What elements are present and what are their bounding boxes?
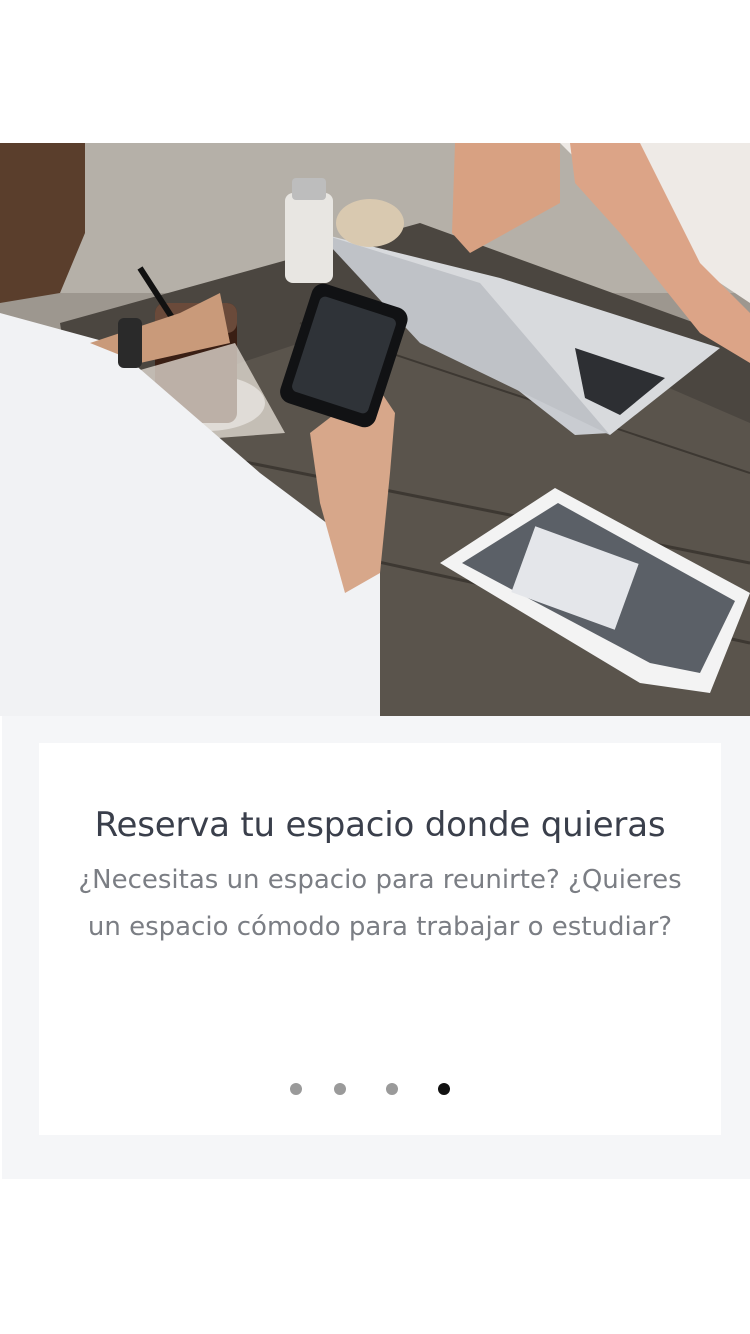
onboarding-title: Reserva tu espacio donde quieras bbox=[94, 805, 666, 845]
carousel-dot-4[interactable] bbox=[438, 1083, 450, 1095]
onboarding-card: Reserva tu espacio donde quieras ¿Necesi… bbox=[39, 743, 721, 1135]
hero-image bbox=[0, 143, 750, 716]
carousel-dot-1[interactable] bbox=[290, 1083, 302, 1095]
carousel-pagination bbox=[39, 1083, 721, 1097]
carousel-dot-2[interactable] bbox=[334, 1083, 346, 1095]
carousel-dot-3[interactable] bbox=[386, 1083, 398, 1095]
onboarding-description: ¿Necesitas un espacio para reunirte? ¿Qu… bbox=[78, 865, 682, 942]
onboarding-panel: Reserva tu espacio donde quieras ¿Necesi… bbox=[2, 716, 750, 1179]
